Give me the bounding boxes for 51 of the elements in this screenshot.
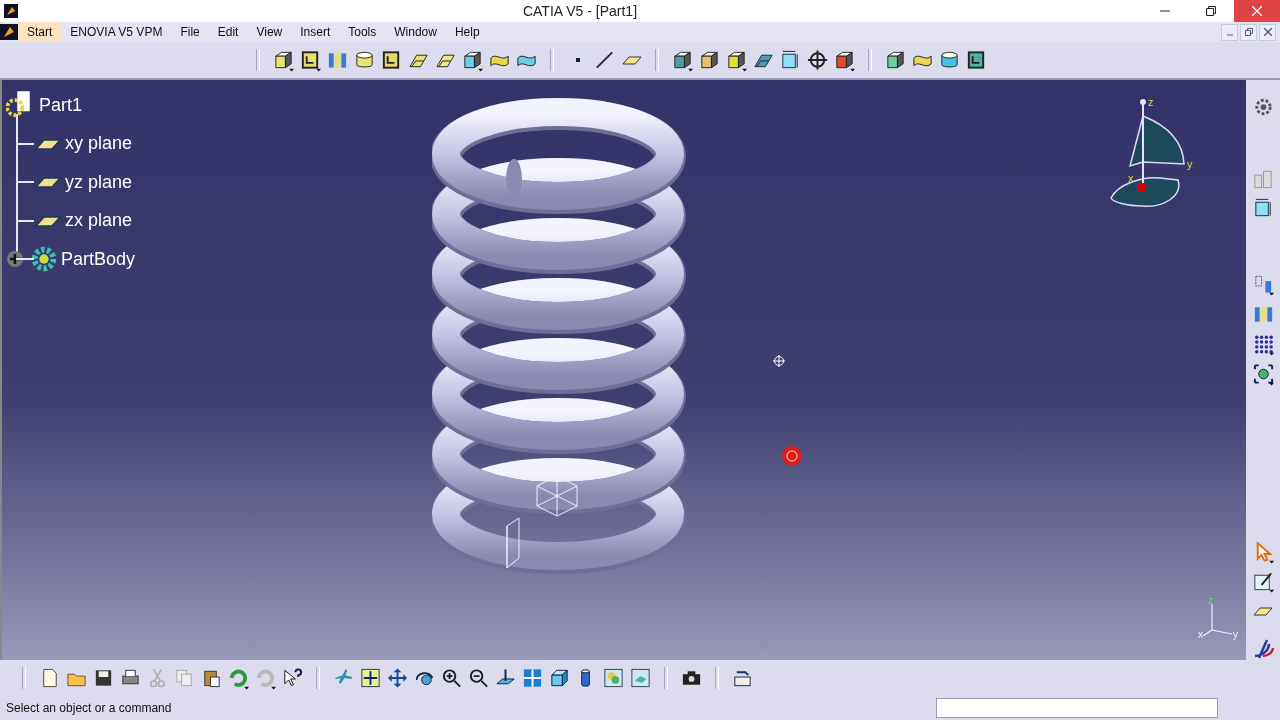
- document-close-button[interactable]: [1259, 23, 1276, 41]
- menu-item[interactable]: Edit: [208, 22, 248, 42]
- document-restore-button[interactable]: [1240, 23, 1257, 41]
- crosshair-cursor-icon: [773, 355, 785, 367]
- tree-node[interactable]: PartBody: [58, 246, 139, 272]
- axis-system-icon: [1251, 361, 1275, 386]
- menu-item[interactable]: File: [171, 22, 209, 42]
- fit-all-icon: [359, 666, 382, 690]
- tree-node[interactable]: yz plane: [62, 169, 136, 195]
- menu-item[interactable]: View: [247, 22, 292, 42]
- axis-label: y: [1233, 629, 1238, 640]
- point-icon: [575, 58, 580, 62]
- window-title: CATIA V5 - [Part1]: [521, 3, 639, 19]
- tree-node[interactable]: zx plane: [62, 208, 136, 234]
- menu-item[interactable]: Window: [385, 22, 446, 42]
- crosshair-icon: [806, 48, 829, 72]
- tree-node[interactable]: Part1: [36, 92, 86, 118]
- zoom-out-icon: [467, 666, 490, 690]
- block-icon: [461, 48, 484, 72]
- crosshair-button[interactable]: [806, 47, 829, 73]
- multi-view-icon: [521, 666, 544, 690]
- command-input-field[interactable]: [936, 698, 1218, 718]
- expand-icon[interactable]: [6, 250, 24, 269]
- axis-label: z: [1208, 596, 1213, 606]
- app-logo-icon: [4, 4, 18, 18]
- close-icon: [1252, 6, 1262, 16]
- app-logo-icon: [0, 24, 18, 40]
- axis-label: y: [1187, 158, 1193, 170]
- pan-icon: [386, 666, 409, 690]
- plane-icon: [621, 55, 642, 65]
- axis-label: z: [1148, 96, 1154, 108]
- click-marker-icon: [781, 445, 803, 467]
- axis-label: x: [1128, 172, 1134, 184]
- zoom-in-icon: [440, 666, 463, 690]
- restore-icon: [1244, 28, 1253, 36]
- menu-item[interactable]: Insert: [291, 22, 340, 42]
- restore-icon: [1206, 6, 1216, 16]
- menu-item[interactable]: Start: [18, 22, 62, 42]
- gear-icon: [30, 245, 58, 274]
- plane-icon: [1253, 606, 1273, 616]
- status-message: Select an object or a command: [6, 701, 173, 715]
- close-icon: [1263, 28, 1272, 36]
- menu-item[interactable]: ENOVIA V5 VPM: [61, 22, 172, 42]
- pan-button[interactable]: [386, 665, 409, 691]
- 3d-viewport[interactable]: Part1 xy plane yz plane zx plane PartBody z y x z x y: [0, 80, 1246, 660]
- tree-node[interactable]: xy plane: [62, 131, 136, 157]
- axis-label: x: [1198, 629, 1203, 640]
- compass-drawing[interactable]: z y x: [1108, 96, 1208, 216]
- menu-item[interactable]: Help: [445, 22, 489, 42]
- plane-icon: [34, 174, 62, 191]
- menu-item[interactable]: Tools: [339, 22, 386, 42]
